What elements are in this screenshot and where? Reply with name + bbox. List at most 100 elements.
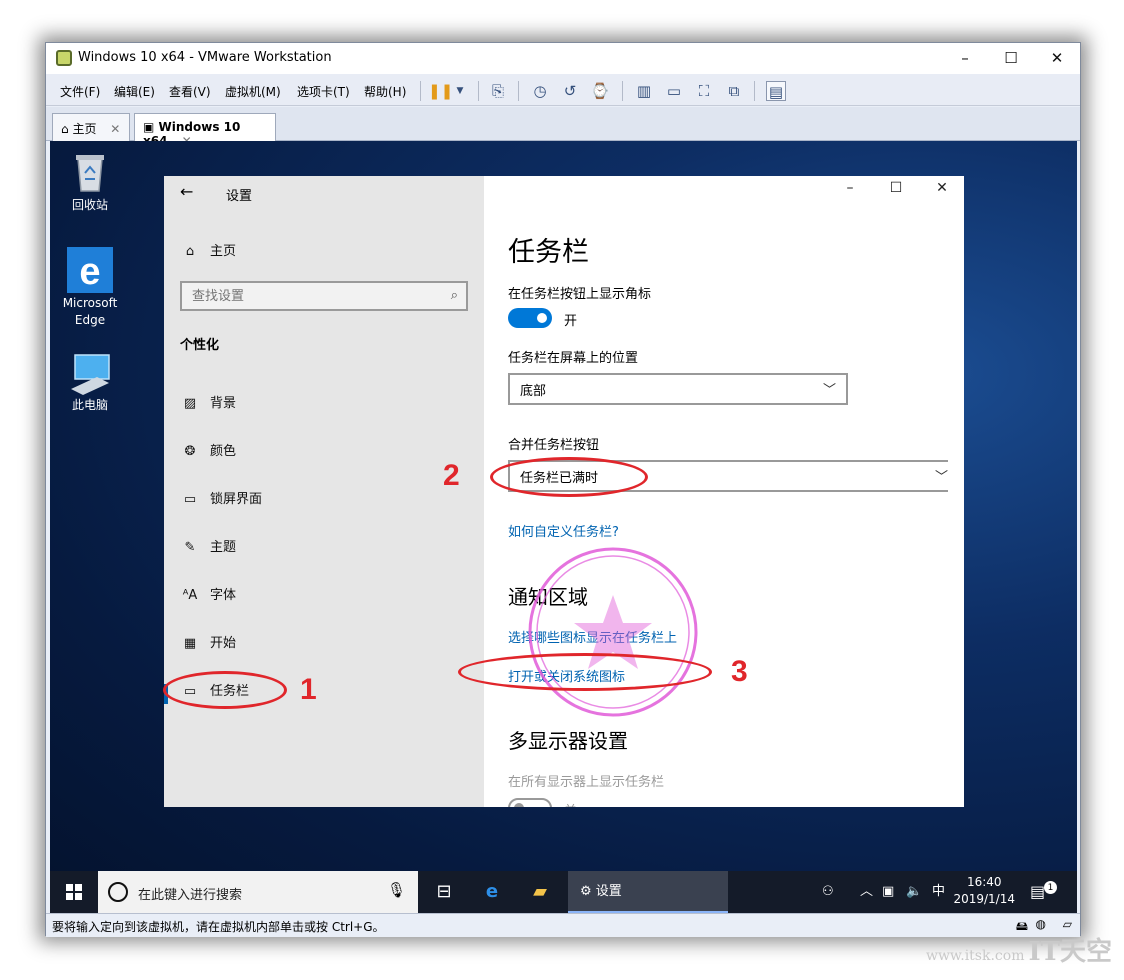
maximize-button[interactable]: ☐ [988, 43, 1034, 74]
fullscreen-icon[interactable]: ⛶ [694, 81, 714, 101]
volume-icon[interactable]: 🔈 [906, 871, 922, 913]
menu-help[interactable]: 帮助(H) [364, 83, 406, 100]
clock-time: 16:40 [966, 875, 1002, 889]
desktop-icon-recycle-bin[interactable]: 回收站 [55, 149, 125, 214]
nav-item-start[interactable]: ▦ 开始 [180, 632, 236, 652]
menu-tabs[interactable]: 选项卡(T) [297, 83, 350, 100]
position-label: 任务栏在屏幕上的位置 [508, 351, 639, 366]
cortana-icon [108, 882, 128, 902]
annotation-number-3: 3 [731, 655, 748, 688]
minimize-button[interactable]: – [830, 180, 870, 196]
recycle-bin-icon [76, 155, 104, 192]
chevron-down-icon[interactable]: ▼ [450, 81, 470, 101]
network-icon[interactable]: ▣ [882, 871, 894, 913]
file-explorer-icon[interactable]: ▰ [516, 871, 564, 913]
tab-bar: ⌂ 主页 ✕ ▣ Windows 10 x64 ✕ [46, 107, 1080, 148]
edge-icon: e [67, 247, 113, 293]
multi-display-label: 在所有显示器上显示任务栏 [508, 775, 665, 790]
taskbar-settings-app[interactable]: ⚙ 设置 [568, 871, 728, 913]
annotation-number-2: 2 [443, 459, 460, 492]
menu-file[interactable]: 文件(F) [60, 83, 100, 100]
badge-toggle-state: 开 [564, 314, 578, 329]
toolbar-separator [518, 81, 519, 101]
sidebar-icon[interactable]: ▥ [634, 81, 654, 101]
gear-icon: ⚙ [580, 884, 592, 899]
device-network-icon[interactable]: ◍ [1036, 917, 1046, 931]
vmware-window: Windows 10 x64 - VMware Workstation – ☐ … [45, 42, 1081, 937]
menu-vm[interactable]: 虚拟机(M) [225, 83, 281, 100]
guest-taskbar: 在此键入进行搜索 🎙 ⊟ e ▰ ⚙ 设置 ⚇ ︿ ▣ 🔈 中 16:40 20… [50, 871, 1077, 913]
minimize-button[interactable]: – [942, 43, 988, 74]
taskbar-clock[interactable]: 16:40 2019/1/14 [953, 874, 1015, 908]
desktop-icon-edge[interactable]: e Microsoft Edge [55, 247, 125, 329]
snapshot-manager-icon[interactable]: ⌚ [590, 81, 610, 101]
nav-item-fonts[interactable]: ᴬA 字体 [180, 584, 236, 604]
position-dropdown[interactable]: 底部 ﹀ [508, 373, 848, 405]
watermark-url: www.itsk.com [925, 948, 1025, 964]
menu-edit[interactable]: 编辑(E) [114, 83, 155, 100]
edge-icon[interactable]: e [468, 871, 516, 913]
nav-label: 锁屏界面 [210, 492, 263, 507]
nav-item-home[interactable]: ⌂ 主页 [180, 240, 236, 260]
console-view-icon[interactable]: ▭ [664, 81, 684, 101]
revert-snapshot-icon[interactable]: ↺ [560, 81, 580, 101]
nav-label: 背景 [210, 396, 237, 411]
tab-windows-10[interactable]: ▣ Windows 10 x64 ✕ [134, 113, 276, 148]
nav-item-colors[interactable]: ❂ 颜色 [180, 440, 236, 460]
start-icon: ▦ [183, 636, 197, 651]
snapshot-icon[interactable]: ◷ [530, 81, 550, 101]
vmware-icon [56, 50, 72, 66]
windows-start-icon[interactable] [50, 871, 98, 913]
page-title: 任务栏 [508, 237, 589, 268]
toolbar-separator [622, 81, 623, 101]
desktop-icon-label: Microsoft Edge [62, 296, 118, 327]
toolbar-separator [478, 81, 479, 101]
status-bar: 要将输入定向到该虚拟机，请在虚拟机内部单击或按 Ctrl+G。 🖴 ◍ ▱ [46, 913, 1080, 937]
nav-label: 字体 [210, 588, 237, 603]
chevron-down-icon: ﹀ [934, 470, 948, 485]
people-icon[interactable]: ⚇ [822, 871, 834, 913]
customize-link[interactable]: 如何自定义任务栏? [508, 521, 619, 540]
guest-desktop[interactable]: 回收站 e Microsoft Edge 此电脑 ← 设置 ⌂ 主页 查找设置 … [50, 141, 1077, 913]
theme-icon: ✎ [184, 540, 196, 555]
unity-icon[interactable]: ⧉ [724, 81, 744, 101]
home-icon: ⌂ [185, 244, 195, 259]
tab-home[interactable]: ⌂ 主页 ✕ [52, 113, 130, 141]
badge-toggle[interactable] [508, 308, 552, 328]
action-center-icon[interactable]: ▤ [1030, 871, 1045, 913]
desktop-icon-label: 回收站 [71, 198, 108, 212]
chevron-down-icon: ﹀ [822, 383, 836, 398]
section-label: 个性化 [180, 338, 220, 353]
taskbar-search[interactable]: 在此键入进行搜索 🎙 [98, 871, 418, 913]
pause-icon[interactable]: ❚❚ [428, 81, 453, 101]
close-icon[interactable]: ✕ [110, 122, 120, 136]
nav-label: 颜色 [210, 444, 237, 459]
multi-display-toggle[interactable] [508, 798, 552, 807]
nav-item-background[interactable]: ▨ 背景 [180, 392, 236, 412]
maximize-button[interactable]: ☐ [876, 180, 916, 196]
annotation-number-1: 1 [300, 673, 317, 706]
nav-item-themes[interactable]: ✎ 主题 [180, 536, 236, 556]
library-view-icon[interactable]: ▤ [766, 81, 786, 101]
menu-bar: 文件(F) 编辑(E) 查看(V) 虚拟机(M) 选项卡(T) 帮助(H) ❚❚… [46, 74, 1080, 106]
search-input[interactable] [182, 283, 422, 309]
nav-label: 主题 [210, 540, 237, 555]
back-arrow-icon[interactable]: ← [180, 182, 193, 201]
chevron-up-icon[interactable]: ︿ [860, 871, 873, 913]
toolbar-separator [420, 81, 421, 101]
ime-indicator[interactable]: 中 [932, 871, 945, 913]
font-icon: ᴬA [182, 588, 198, 603]
close-button[interactable]: ✕ [1034, 43, 1080, 74]
send-ctrl-alt-del-icon[interactable]: ⎘ [488, 81, 508, 101]
badge-label: 在任务栏按钮上显示角标 [508, 287, 652, 302]
nav-item-lock-screen[interactable]: ▭ 锁屏界面 [180, 488, 262, 508]
desktop-icon-this-pc[interactable]: 此电脑 [55, 349, 125, 414]
menu-view[interactable]: 查看(V) [169, 83, 211, 100]
message-log-icon[interactable]: ▱ [1063, 917, 1072, 931]
watermark-stamp [528, 547, 698, 717]
close-button[interactable]: ✕ [922, 180, 962, 196]
palette-icon: ❂ [184, 444, 196, 459]
microphone-icon[interactable]: 🎙 [387, 881, 406, 899]
settings-search[interactable]: ⌕ [180, 281, 468, 311]
task-view-icon[interactable]: ⊟ [420, 871, 468, 913]
